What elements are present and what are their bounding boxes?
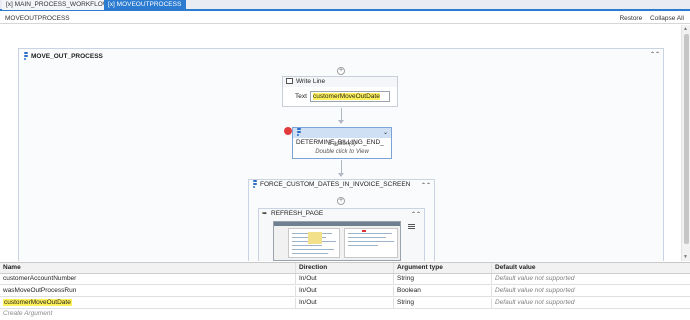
create-argument-link[interactable]: Create Argument (3, 310, 52, 317)
write-line-header: Write Line (283, 77, 397, 87)
force-custom-dates-header: FORCE_CUSTOM_DATES_IN_INVOICE_SCREEN (249, 180, 434, 191)
connector-arrow-icon (338, 173, 344, 177)
tab-moveoutprocess[interactable]: [x] MOVEOUTPROCESS (104, 0, 186, 10)
table-row[interactable]: customerMoveOutDate In/Out String Defaul… (0, 298, 690, 309)
sequence-icon (296, 128, 302, 136)
screenshot-thumbnail[interactable] (273, 221, 401, 261)
scroll-down-icon[interactable]: ▼ (683, 254, 688, 260)
column-header-default-value[interactable]: Default value (492, 263, 690, 273)
scroll-thumb[interactable] (684, 34, 689, 244)
double-click-hint: Double click to View (315, 149, 369, 155)
argument-default: Default value not supported (495, 287, 575, 294)
column-header-direction[interactable]: Direction (296, 263, 394, 273)
collapse-icon[interactable]: ⌃⌃ (650, 51, 660, 58)
argument-default: Default value not supported (495, 299, 575, 306)
add-activity-plus-icon[interactable]: + (337, 197, 345, 205)
designer-canvas[interactable]: MOVE_OUT_PROCESS ⌃⌃ + Write Line Text cu… (0, 25, 690, 261)
column-header-name[interactable]: Name (0, 263, 296, 273)
refresh-page-activity[interactable]: ➥ REFRESH_PAGE ⌃⌃ (258, 208, 425, 261)
actions-count: 3 action(s) (327, 141, 356, 147)
sequence-icon (252, 180, 258, 188)
expand-chevron-icon[interactable]: ⌄ (383, 128, 388, 138)
connector-line (341, 160, 342, 174)
argument-direction[interactable]: In/Out (296, 274, 394, 284)
tab-main-process-workflow[interactable]: [x] MAIN_PROCESS_WORKFLOW * (2, 0, 113, 10)
breadcrumb[interactable]: MOVEOUTPROCESS (5, 15, 70, 22)
refresh-page-header: ➥ REFRESH_PAGE (262, 210, 324, 217)
argument-name[interactable]: wasMoveOutProcessRun (0, 286, 296, 296)
argument-name[interactable]: customerAccountNumber (0, 274, 296, 284)
restore-button[interactable]: Restore (619, 15, 642, 22)
arguments-panel: Name Direction Argument type Default val… (0, 262, 690, 320)
collapse-all-button[interactable]: Collapse All (650, 15, 684, 22)
click-icon: ➥ (262, 211, 268, 217)
argument-direction[interactable]: In/Out (296, 298, 394, 308)
write-line-activity[interactable]: Write Line Text customerMoveOutDate (282, 76, 398, 107)
designer-header: MOVEOUTPROCESS Restore Collapse All (0, 13, 690, 24)
table-row[interactable]: customerAccountNumber In/Out String Defa… (0, 274, 690, 285)
sequence-title: MOVE_OUT_PROCESS (23, 52, 103, 60)
determine-billing-header: DETERMINE_BILLING_END_ ⌄ (293, 128, 391, 146)
collapse-icon[interactable]: ⌃⌃ (421, 182, 431, 189)
argument-name-text: customerMoveOutDate (3, 299, 72, 306)
menu-icon[interactable] (408, 224, 415, 230)
write-line-icon (286, 78, 293, 84)
scroll-up-icon[interactable]: ▲ (683, 26, 688, 32)
add-activity-plus-icon[interactable]: + (337, 67, 345, 75)
arguments-header-row: Name Direction Argument type Default val… (0, 263, 690, 274)
vertical-scrollbar[interactable]: ▲ ▼ (681, 25, 690, 261)
argument-type[interactable]: String (394, 274, 492, 284)
breakpoint-icon[interactable] (284, 127, 292, 135)
text-label: Text (295, 93, 307, 100)
sequence-icon (23, 52, 29, 60)
argument-name[interactable]: customerMoveOutDate (0, 298, 296, 308)
connector-arrow-icon (338, 120, 344, 124)
argument-type[interactable]: String (394, 298, 492, 308)
header-actions: Restore Collapse All (613, 15, 684, 22)
argument-direction[interactable]: In/Out (296, 286, 394, 296)
text-input[interactable]: customerMoveOutDate (310, 91, 390, 102)
determine-billing-activity[interactable]: DETERMINE_BILLING_END_ ⌄ 3 action(s) Dou… (292, 127, 392, 159)
collapse-icon[interactable]: ⌃⌃ (411, 211, 421, 218)
column-header-argument-type[interactable]: Argument type (394, 263, 492, 273)
argument-type[interactable]: Boolean (394, 286, 492, 296)
document-tab-bar: [x] MAIN_PROCESS_WORKFLOW * [x] MOVEOUTP… (0, 0, 690, 11)
table-row[interactable]: wasMoveOutProcessRun In/Out Boolean Defa… (0, 286, 690, 297)
argument-default: Default value not supported (495, 275, 575, 282)
